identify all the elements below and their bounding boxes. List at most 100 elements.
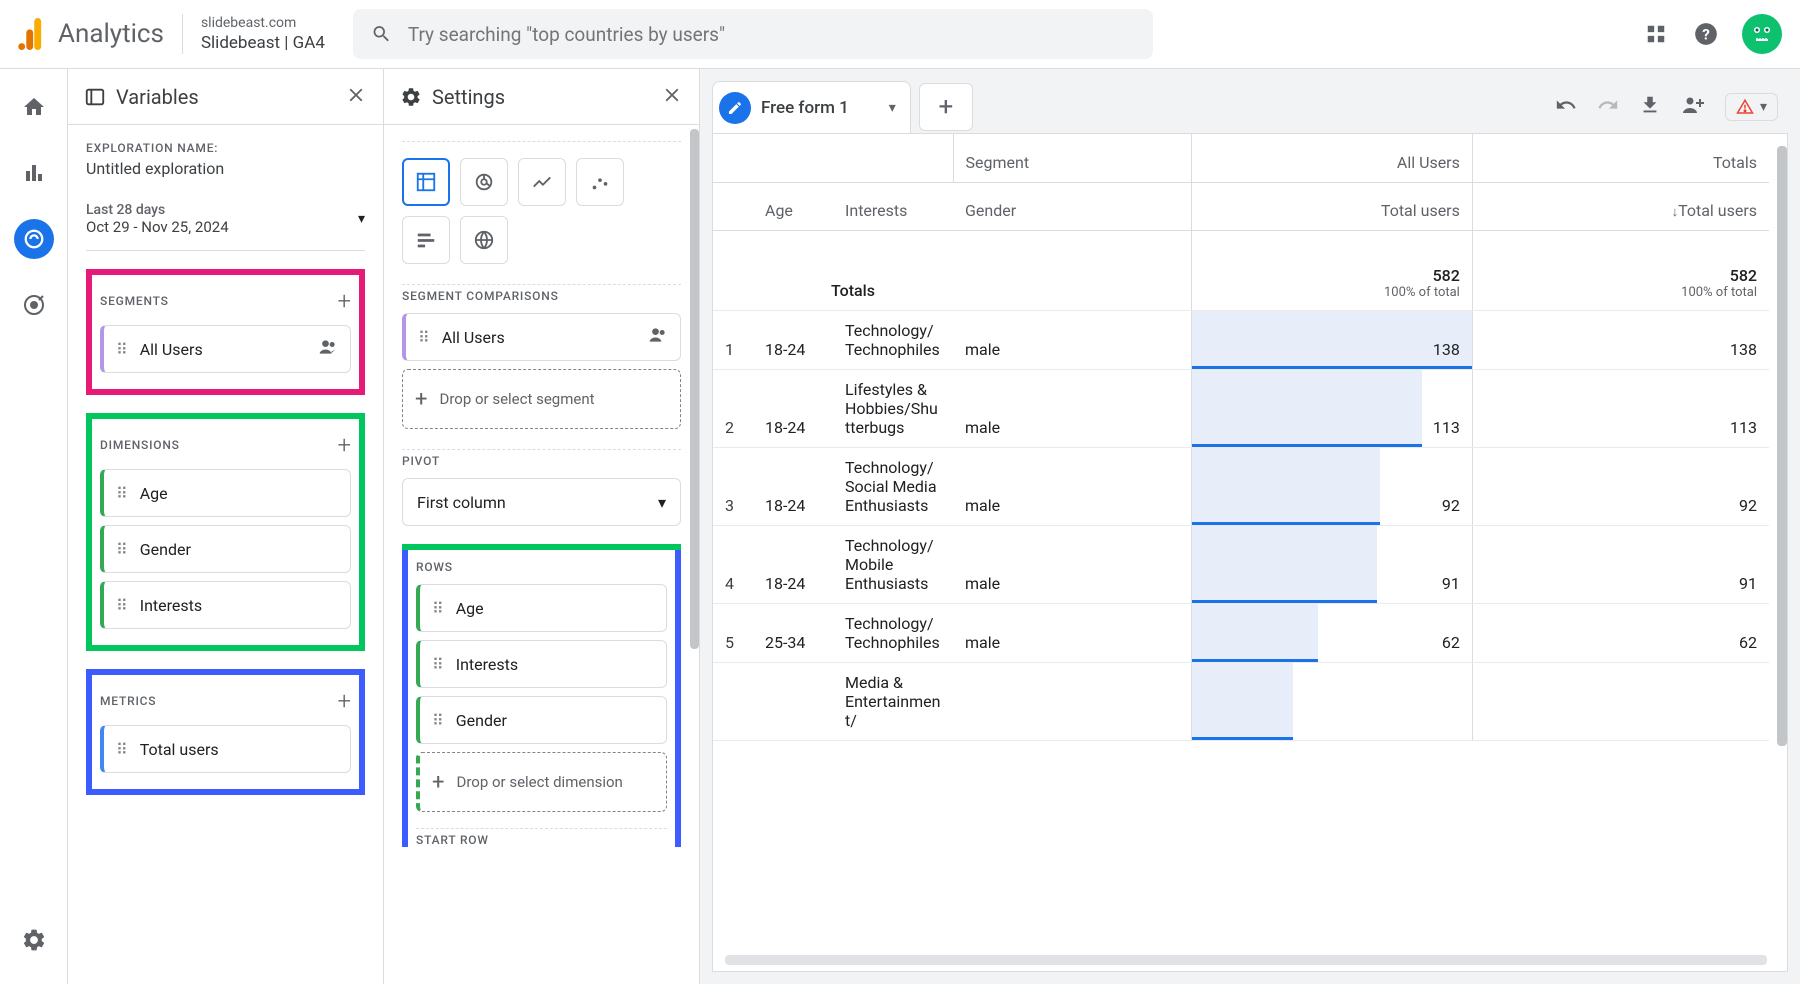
variables-icon <box>84 86 106 108</box>
user-avatar[interactable] <box>1742 14 1782 54</box>
segment-chip-all-users[interactable]: ⠿ All Users <box>100 325 351 373</box>
cell-age <box>753 662 833 740</box>
pivot-label: PIVOT <box>402 454 440 468</box>
rows-label: ROWS <box>416 560 453 574</box>
date-preset-label: Last 28 days <box>86 202 229 218</box>
row-index: 1 <box>713 310 753 369</box>
nav-admin-icon[interactable] <box>14 920 54 960</box>
property-selector[interactable]: slidebeast.com Slidebeast | GA4 <box>182 14 325 54</box>
cell-gender: male <box>953 369 1192 447</box>
cell-interests: Technology/Technophiles <box>833 310 953 369</box>
viz-bar-icon[interactable] <box>402 216 450 264</box>
cell-interests: Technology/Mobile Enthusiasts <box>833 525 953 603</box>
row-index: 4 <box>713 525 753 603</box>
settings-header: Settings <box>384 69 699 125</box>
chevron-down-icon: ▾ <box>358 211 365 227</box>
drop-segment-slot[interactable]: +Drop or select segment <box>402 369 681 429</box>
row-index: 2 <box>713 369 753 447</box>
chevron-down-icon: ▾ <box>1760 99 1767 115</box>
th-age[interactable]: Age <box>753 182 833 230</box>
edit-tab-icon[interactable] <box>719 92 751 124</box>
nav-advertising-icon[interactable] <box>14 285 54 325</box>
th-total-users-1[interactable]: Total users <box>1192 182 1472 230</box>
drag-handle-icon: ⠿ <box>116 596 128 615</box>
table-row[interactable]: 418-24Technology/Mobile Enthusiastsmale9… <box>713 525 1769 603</box>
cell-total-users: 91 <box>1472 525 1769 603</box>
row-chip-gender[interactable]: ⠿Gender <box>416 696 667 744</box>
settings-title: Settings <box>432 85 505 109</box>
sampling-warning-button[interactable]: ▾ <box>1725 93 1778 121</box>
viz-scatter-icon[interactable] <box>576 158 624 206</box>
settings-close-icon[interactable] <box>661 84 683 110</box>
cell-total-users: 138 <box>1472 310 1769 369</box>
table-row[interactable]: 118-24Technology/Technophilesmale138138 <box>713 310 1769 369</box>
share-icon[interactable] <box>1681 93 1705 121</box>
settings-panel: Settings SEGMENT COMPARISONS ⠿ All Users… <box>384 69 700 984</box>
add-dimension-button[interactable]: + <box>337 431 351 459</box>
segcomp-chip-all-users[interactable]: ⠿ All Users <box>402 313 681 361</box>
drag-handle-icon: ⠿ <box>432 599 444 618</box>
canvas-tab-bar: Free form 1 ▾ + ▾ <box>712 81 1788 133</box>
segments-label: SEGMENTS <box>100 294 169 308</box>
cell-interests: Technology/Social Media Enthusiasts <box>833 447 953 525</box>
add-metric-button[interactable]: + <box>337 687 351 715</box>
nav-home-icon[interactable] <box>14 87 54 127</box>
search-bar[interactable] <box>353 9 1153 59</box>
metric-chip-total-users[interactable]: ⠿Total users <box>100 725 351 773</box>
variables-title: Variables <box>116 85 199 109</box>
table-row[interactable]: Media & Entertainment/ <box>713 662 1769 740</box>
nav-reports-icon[interactable] <box>14 153 54 193</box>
app-header: Analytics slidebeast.com Slidebeast | GA… <box>0 0 1800 69</box>
totals-value-2: 582100% of total <box>1472 230 1769 310</box>
tab-freeform[interactable]: Free form 1 ▾ <box>712 81 911 133</box>
dimension-chip-gender[interactable]: ⠿Gender <box>100 525 351 573</box>
table-scrollbar-vertical[interactable] <box>1777 146 1787 746</box>
exploration-name-input[interactable]: Untitled exploration <box>86 159 365 178</box>
date-range-selector[interactable]: Last 28 days Oct 29 - Nov 25, 2024 ▾ <box>86 202 365 251</box>
viz-line-icon[interactable] <box>518 158 566 206</box>
add-segment-button[interactable]: + <box>337 287 351 315</box>
table-row[interactable]: 318-24Technology/Social Media Enthusiast… <box>713 447 1769 525</box>
search-input[interactable] <box>408 23 1135 46</box>
row-chip-age[interactable]: ⠿Age <box>416 584 667 632</box>
exploration-canvas: Free form 1 ▾ + ▾ Segment All Users <box>700 69 1800 984</box>
chevron-down-icon[interactable]: ▾ <box>889 100 896 116</box>
redo-icon[interactable] <box>1597 94 1619 120</box>
drop-dimension-slot[interactable]: +Drop or select dimension <box>416 752 667 812</box>
table-scrollbar-horizontal[interactable] <box>725 955 1767 965</box>
totals-row: Totals 582100% of total 582100% of total <box>713 230 1769 310</box>
canvas-toolbar: ▾ <box>1555 93 1788 121</box>
th-interests[interactable]: Interests <box>833 182 953 230</box>
dimension-chip-age[interactable]: ⠿Age <box>100 469 351 517</box>
row-chip-interests[interactable]: ⠿Interests <box>416 640 667 688</box>
viz-donut-icon[interactable] <box>460 158 508 206</box>
cell-total-users-bar: 113 <box>1192 369 1472 447</box>
variables-close-icon[interactable] <box>345 84 367 110</box>
undo-icon[interactable] <box>1555 94 1577 120</box>
add-tab-button[interactable]: + <box>919 83 973 131</box>
cell-total-users-bar: 62 <box>1192 603 1472 662</box>
exploration-name-label: EXPLORATION NAME: <box>86 141 365 155</box>
pivot-value: First column <box>417 493 506 512</box>
dimension-chip-interests[interactable]: ⠿ Interests <box>100 581 351 629</box>
th-gender[interactable]: Gender <box>953 182 1192 230</box>
cell-gender: male <box>953 447 1192 525</box>
apps-icon[interactable] <box>1642 20 1670 48</box>
table-row[interactable]: 525-34Technology/Technophilesmale6262 <box>713 603 1769 662</box>
row-chip-label: Gender <box>456 711 507 730</box>
download-icon[interactable] <box>1639 94 1661 120</box>
people-icon <box>318 337 338 361</box>
nav-explore-icon[interactable] <box>14 219 54 259</box>
viz-geo-icon[interactable] <box>460 216 508 264</box>
dimensions-highlight-box: DIMENSIONS + ⠿Age ⠿Gender ⠿Interests <box>86 413 365 651</box>
pivot-select[interactable]: First column▾ <box>402 478 681 526</box>
cell-total-users-bar: 91 <box>1192 525 1472 603</box>
settings-scrollbar[interactable] <box>690 129 699 649</box>
viz-table-icon[interactable] <box>402 158 450 206</box>
help-icon[interactable]: ? <box>1692 20 1720 48</box>
dimension-chip-label: Interests <box>140 596 202 615</box>
dimension-chip-label: Gender <box>140 540 191 559</box>
th-total-users-sort[interactable]: ↓Total users <box>1472 182 1769 230</box>
table-row[interactable]: 218-24Lifestyles & Hobbies/Shutterbugsma… <box>713 369 1769 447</box>
segment-chip-label: All Users <box>140 340 306 359</box>
